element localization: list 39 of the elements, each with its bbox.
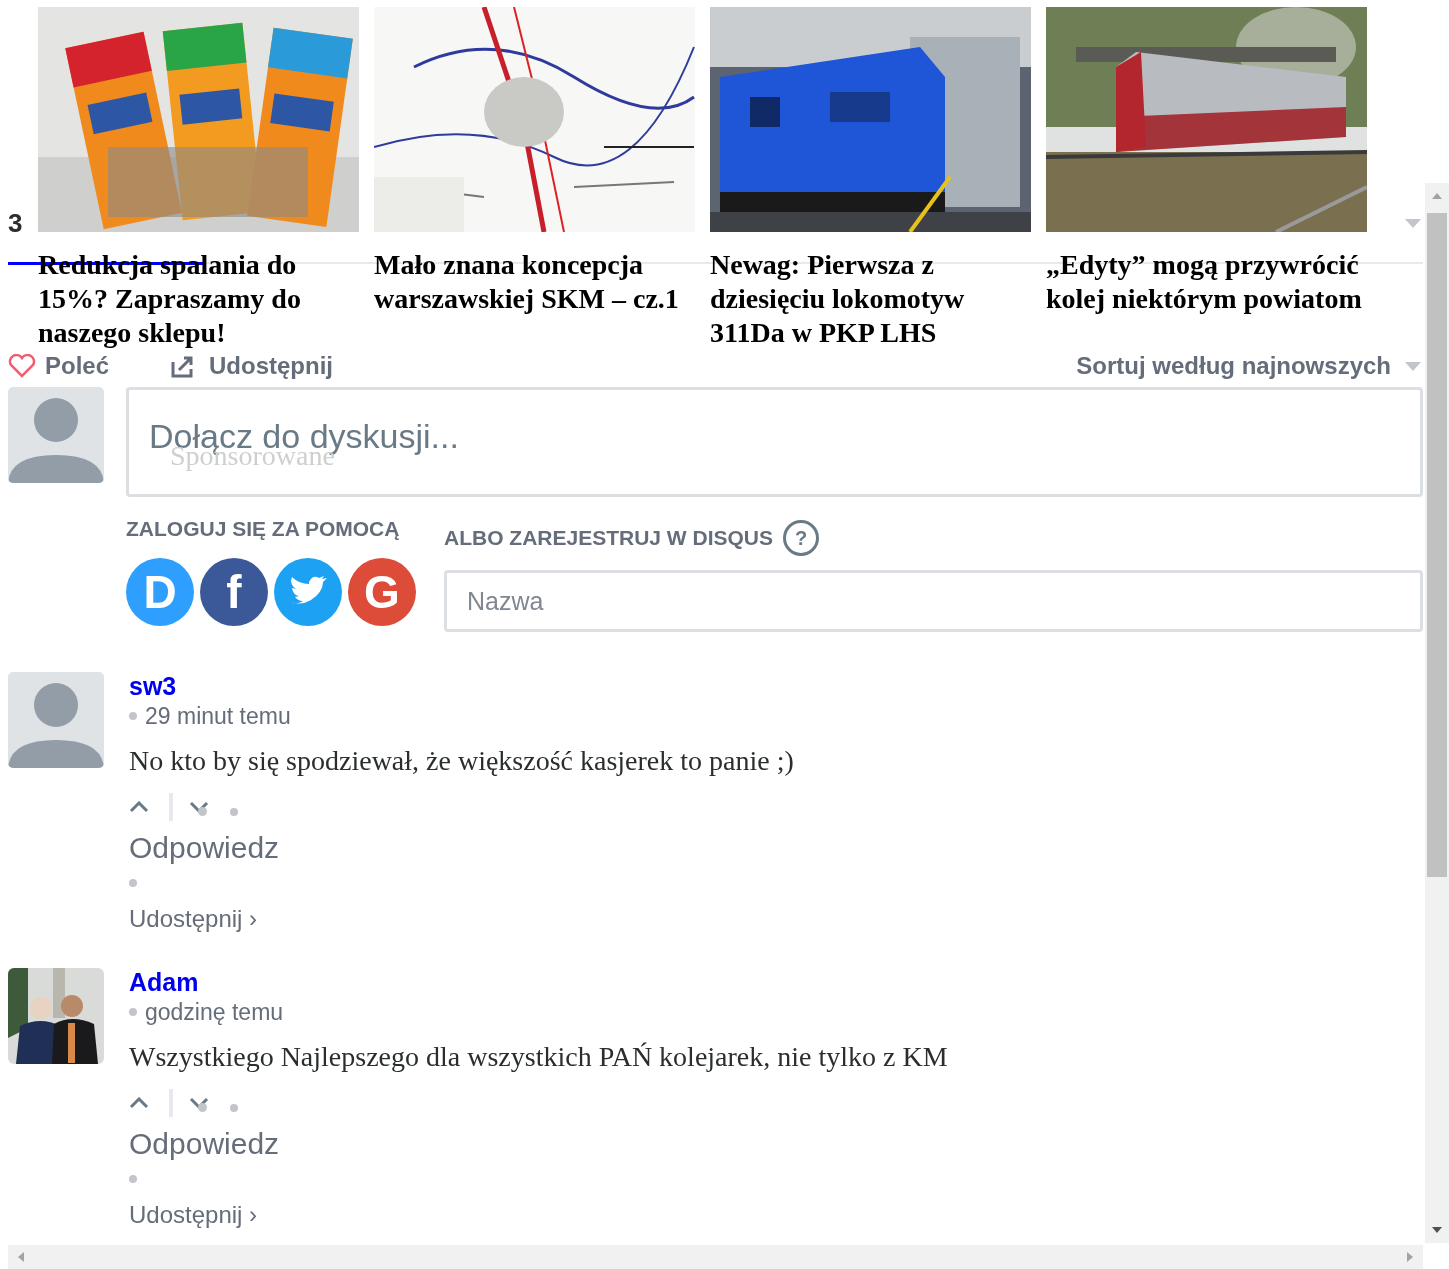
login-button[interactable]: f	[200, 558, 268, 626]
avatar-icon	[8, 387, 104, 483]
share-button[interactable]: Udostępnij	[169, 348, 334, 384]
caret-icon[interactable]	[1405, 218, 1421, 228]
scroll-left-icon[interactable]	[18, 1252, 24, 1262]
login-button[interactable]: G	[348, 558, 416, 626]
reply-link[interactable]: Odpowiedz	[129, 824, 280, 872]
reply-link[interactable]: Odpowiedz	[129, 1120, 280, 1168]
avatar-icon	[8, 672, 104, 768]
caret-icon[interactable]	[1405, 361, 1421, 371]
horizontal-scrollbar[interactable]	[8, 1245, 1423, 1269]
author-link[interactable]: sw3	[129, 672, 177, 700]
downvote-icon[interactable]	[189, 801, 209, 813]
timestamp-link[interactable]: godzinę temu	[145, 994, 284, 1030]
name-field[interactable]: Nazwa	[444, 570, 1423, 632]
help-icon[interactable]: ?	[783, 520, 820, 556]
upvote-icon[interactable]	[129, 1097, 149, 1109]
timestamp-link[interactable]: 29 minut temu	[145, 698, 291, 734]
share-link[interactable]: Udostępnij ›	[129, 1190, 258, 1240]
upvote-icon[interactable]	[129, 801, 149, 813]
downvote-icon[interactable]	[189, 1097, 209, 1109]
comment-count: 3	[8, 206, 23, 240]
share-link[interactable]: Udostępnij ›	[129, 894, 258, 944]
scroll-right-icon[interactable]	[1407, 1252, 1413, 1262]
section-label: ALBO ZAREJESTRUJ W DISQUS	[444, 525, 774, 552]
article-title[interactable]: Newag: Pierwsza z dziesięciu lokomotyw 311Da w PKP LHS	[710, 248, 1031, 350]
sort-dropdown[interactable]: Sortuj według najnowszych	[1076, 348, 1391, 384]
vertical-scrollbar[interactable]	[1425, 183, 1449, 1243]
recommend-button[interactable]: Poleć	[8, 348, 110, 384]
comment-text: No kto by się spodziewał, że większość kasjerek to panie ;)	[129, 744, 794, 778]
article-title[interactable]: Mało znana koncepcja warszawskiej SKM – cz.1	[374, 248, 695, 316]
comment-text: Wszystkiego Najlepszego dla wszystkich PAŃ kolejarek, nie tylko z KM	[129, 1040, 948, 1074]
scroll-down-icon[interactable]	[1432, 1227, 1442, 1233]
author-link[interactable]: Adam	[129, 968, 199, 996]
heart-icon	[8, 354, 36, 378]
article-title[interactable]: „Edyty” mogą przywrócić kolej niektórym powiatom	[1046, 248, 1367, 316]
login-button[interactable]: D	[126, 558, 194, 626]
section-label: ZALOGUJ SIĘ ZA POMOCĄ	[126, 516, 401, 542]
scroll-up-icon[interactable]	[1432, 193, 1442, 199]
